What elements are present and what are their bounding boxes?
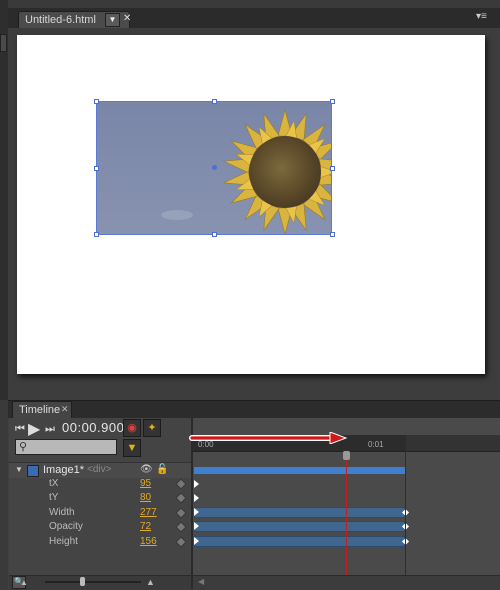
panel-menu-icon[interactable]: ▾≡ bbox=[476, 11, 487, 22]
property-value-tx[interactable]: 95 bbox=[140, 478, 151, 489]
play-icon[interactable]: ▶ bbox=[28, 419, 40, 439]
timeline-filter-input[interactable]: ⚲ bbox=[15, 439, 117, 455]
left-rail-collapse-button[interactable] bbox=[0, 34, 7, 52]
zoom-slider[interactable] bbox=[45, 581, 141, 583]
document-tab-title: Untitled-6.html bbox=[25, 14, 96, 26]
left-rail bbox=[0, 0, 8, 400]
close-icon[interactable]: ✕ bbox=[61, 404, 69, 415]
resize-handle-bottom-right[interactable] bbox=[330, 232, 335, 237]
property-label-width: Width bbox=[49, 507, 75, 518]
scroll-left-icon[interactable]: ◀ bbox=[198, 577, 204, 586]
keyframe-start-marker[interactable] bbox=[194, 480, 199, 488]
playhead-handle[interactable] bbox=[343, 451, 350, 460]
expand-arrow-icon[interactable]: ▼ bbox=[15, 465, 23, 474]
tab-timeline[interactable]: Timeline ✕ bbox=[12, 401, 72, 418]
element-name: Image1* bbox=[43, 464, 84, 476]
go-to-end-icon[interactable]: ⏭ bbox=[45, 423, 55, 436]
chevron-down-icon[interactable]: ▼ bbox=[105, 13, 120, 27]
resize-handle-top-left[interactable] bbox=[94, 99, 99, 104]
pin-icon[interactable]: ✦ bbox=[143, 419, 161, 437]
playhead-line bbox=[346, 451, 347, 575]
ruler-tick-label: 0:01 bbox=[368, 440, 384, 449]
width-transition-bar[interactable] bbox=[194, 507, 405, 518]
resize-handle-top[interactable] bbox=[212, 99, 217, 104]
keyframe-toggle-icon[interactable] bbox=[175, 492, 187, 504]
property-value-width[interactable]: 277 bbox=[140, 507, 157, 518]
search-icon: ⚲ bbox=[19, 441, 28, 453]
resize-handle-bottom-left[interactable] bbox=[94, 232, 99, 237]
document-tab[interactable]: Untitled-6.html ▼ ✕ bbox=[18, 11, 131, 29]
current-time-display[interactable]: 00:00.900 bbox=[62, 420, 124, 435]
height-transition-bar[interactable] bbox=[194, 536, 405, 547]
timeline-tab-label: Timeline bbox=[19, 404, 61, 416]
element-row-image1[interactable]: ▼ Image1* <div> 👁 🔓 bbox=[9, 462, 191, 478]
resize-handle-right[interactable] bbox=[330, 166, 335, 171]
resize-handle-top-right[interactable] bbox=[330, 99, 335, 104]
property-label-height: Height bbox=[49, 536, 78, 547]
keyframe-toggle-icon[interactable] bbox=[175, 536, 187, 548]
element-color-swatch[interactable] bbox=[27, 465, 39, 477]
keyframe-start-marker[interactable] bbox=[194, 494, 199, 502]
timeline-tab-strip bbox=[8, 400, 500, 418]
auto-keyframe-icon[interactable]: ◉ bbox=[123, 419, 141, 437]
property-label-ty: tY bbox=[49, 492, 59, 503]
zoom-in-icon[interactable]: ▲ bbox=[146, 577, 155, 587]
filter-icon[interactable]: ▼ bbox=[123, 439, 141, 457]
lock-icon[interactable]: 🔓 bbox=[156, 464, 168, 475]
element-tag: <div> bbox=[87, 464, 112, 475]
keyframe-start-marker[interactable] bbox=[194, 508, 199, 516]
property-label-tx: tX bbox=[49, 478, 59, 489]
keyframe-toggle-icon[interactable] bbox=[175, 507, 187, 519]
property-value-ty[interactable]: 80 bbox=[140, 492, 151, 503]
keyframe-start-marker[interactable] bbox=[194, 537, 199, 545]
property-value-opacity[interactable]: 72 bbox=[140, 521, 151, 532]
element-duration-bar[interactable] bbox=[194, 467, 406, 474]
go-to-start-icon[interactable]: ⏮ bbox=[15, 423, 25, 436]
keyframe-toggle-icon[interactable] bbox=[175, 521, 187, 533]
annotation-arrow bbox=[189, 432, 348, 444]
timeline-horizontal-scrollbar[interactable] bbox=[193, 575, 500, 590]
keyframe-start-marker[interactable] bbox=[194, 522, 199, 530]
property-list: tX 95 tY 80 Width 277 Opacity 72 Height … bbox=[9, 478, 191, 574]
property-label-opacity: Opacity bbox=[49, 521, 83, 532]
zoom-out-icon[interactable]: ▲ bbox=[20, 578, 28, 587]
zoom-slider-thumb[interactable] bbox=[80, 577, 85, 586]
resize-handle-left[interactable] bbox=[94, 166, 99, 171]
close-icon[interactable]: ✕ bbox=[123, 13, 131, 24]
timeline-end-marker bbox=[405, 451, 406, 575]
opacity-transition-bar[interactable] bbox=[194, 521, 405, 532]
property-value-height[interactable]: 156 bbox=[140, 536, 157, 547]
resize-handle-bottom[interactable] bbox=[212, 232, 217, 237]
transform-origin-point[interactable] bbox=[212, 165, 217, 170]
keyframe-toggle-icon[interactable] bbox=[175, 478, 187, 490]
eye-icon[interactable]: 👁 bbox=[140, 464, 153, 475]
